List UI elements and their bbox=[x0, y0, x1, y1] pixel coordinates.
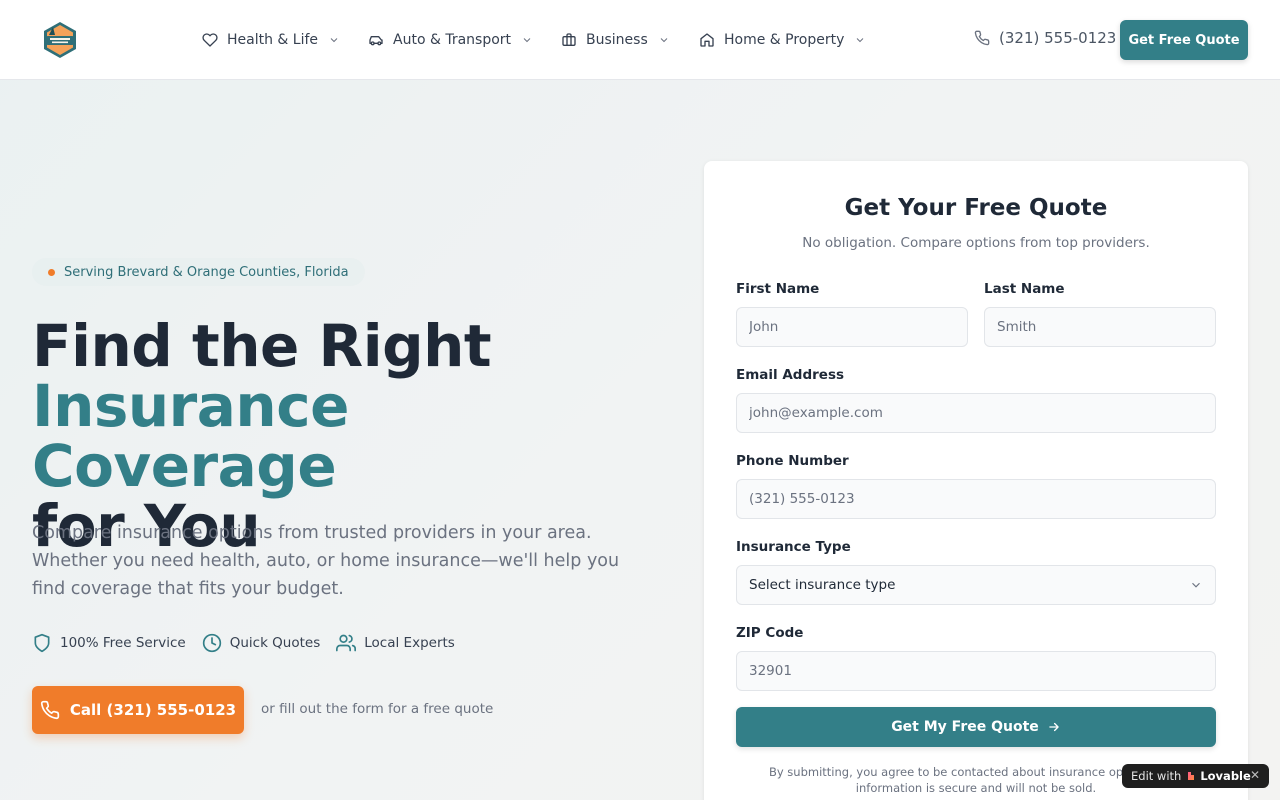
submit-quote-button[interactable]: Get My Free Quote bbox=[736, 707, 1216, 747]
lovable-edit-text: Edit with bbox=[1131, 769, 1182, 783]
phone-icon bbox=[974, 30, 990, 46]
clock-icon bbox=[202, 633, 221, 653]
chevron-down-icon bbox=[330, 38, 338, 43]
hero-subtitle: Compare insurance options from trusted p… bbox=[32, 523, 620, 599]
get-free-quote-button[interactable]: Get Free Quote bbox=[1120, 20, 1248, 60]
feature-free-service: 100% Free Service bbox=[32, 633, 186, 653]
status-dot bbox=[48, 268, 55, 276]
home-icon bbox=[700, 33, 714, 47]
header-phone-link[interactable]: (321) 555-0123 bbox=[974, 29, 1116, 47]
insurance-type-value: Select insurance type bbox=[749, 577, 896, 593]
or-fill-form-text: or fill out the form for a free quote bbox=[261, 701, 494, 717]
chevron-down-icon bbox=[857, 38, 864, 43]
nav-home-property[interactable]: Home & Property bbox=[699, 28, 866, 52]
nav-health-life-label: Health & Life bbox=[227, 32, 319, 48]
nav-auto-transport[interactable]: Auto & Transport bbox=[368, 28, 533, 52]
quote-form-card: Get Your Free Quote No obligation. Compa… bbox=[704, 161, 1248, 800]
location-badge: Serving Brevard & Orange Counties, Flori… bbox=[32, 258, 365, 286]
users-icon bbox=[336, 634, 357, 652]
first-name-label: First Name bbox=[736, 281, 820, 297]
nav-health-life[interactable]: Health & Life bbox=[202, 28, 340, 52]
feature-quick-quotes: Quick Quotes bbox=[202, 633, 321, 653]
chevron-down-icon bbox=[523, 38, 531, 43]
nav-auto-transport-label: Auto & Transport bbox=[393, 32, 512, 48]
close-icon[interactable]: ✕ bbox=[1250, 768, 1260, 782]
nav-home-property-label: Home & Property bbox=[724, 32, 845, 48]
lovable-badge[interactable]: Edit with Lovable ✕ bbox=[1122, 764, 1269, 788]
logo[interactable] bbox=[41, 21, 79, 59]
first-name-input[interactable] bbox=[736, 307, 968, 347]
insurance-type-label: Insurance Type bbox=[736, 539, 851, 555]
phone-input[interactable] bbox=[736, 479, 1216, 519]
form-title: Get Your Free Quote bbox=[844, 195, 1108, 221]
zip-label: ZIP Code bbox=[736, 625, 804, 641]
hero-title-accent: Insurance Coverage bbox=[32, 372, 349, 500]
chevron-down-icon bbox=[660, 38, 668, 43]
hero-title-line1: Find the Right bbox=[32, 312, 492, 380]
email-label: Email Address bbox=[736, 367, 845, 383]
feature-local-experts: Local Experts bbox=[336, 633, 455, 653]
chevron-down-icon bbox=[1192, 582, 1200, 588]
insurance-type-select[interactable]: Select insurance type bbox=[736, 565, 1216, 605]
email-input[interactable] bbox=[736, 393, 1216, 433]
call-button[interactable]: Call (321) 555-0123 bbox=[32, 686, 244, 734]
header-phone-number: (321) 555-0123 bbox=[999, 29, 1117, 47]
shield-icon bbox=[34, 633, 50, 653]
feature-label: Local Experts bbox=[364, 635, 455, 651]
last-name-input[interactable] bbox=[984, 307, 1216, 347]
nav-business[interactable]: Business bbox=[561, 28, 670, 52]
car-icon bbox=[369, 36, 383, 46]
location-badge-text: Serving Brevard & Orange Counties, Flori… bbox=[64, 264, 349, 280]
briefcase-icon bbox=[562, 33, 576, 46]
arrow-right-icon bbox=[1049, 722, 1059, 732]
phone-icon bbox=[40, 700, 60, 720]
lovable-heart-icon bbox=[1188, 772, 1195, 780]
feature-list: 100% Free Service Quick Quotes Local Exp… bbox=[32, 633, 471, 653]
form-subtitle: No obligation. Compare options from top … bbox=[802, 235, 1150, 251]
call-button-label: Call (321) 555-0123 bbox=[69, 701, 237, 719]
heart-icon bbox=[202, 33, 218, 47]
nav-business-label: Business bbox=[586, 32, 648, 48]
zip-input[interactable] bbox=[736, 651, 1216, 691]
last-name-label: Last Name bbox=[984, 281, 1065, 297]
lovable-brand: Lovable bbox=[1200, 769, 1251, 783]
site-header: Health & Life Auto & Transport Business … bbox=[0, 0, 1280, 80]
submit-quote-label: Get My Free Quote bbox=[891, 719, 1039, 735]
feature-label: Quick Quotes bbox=[229, 635, 321, 651]
phone-label: Phone Number bbox=[736, 453, 849, 469]
feature-label: 100% Free Service bbox=[60, 635, 186, 651]
